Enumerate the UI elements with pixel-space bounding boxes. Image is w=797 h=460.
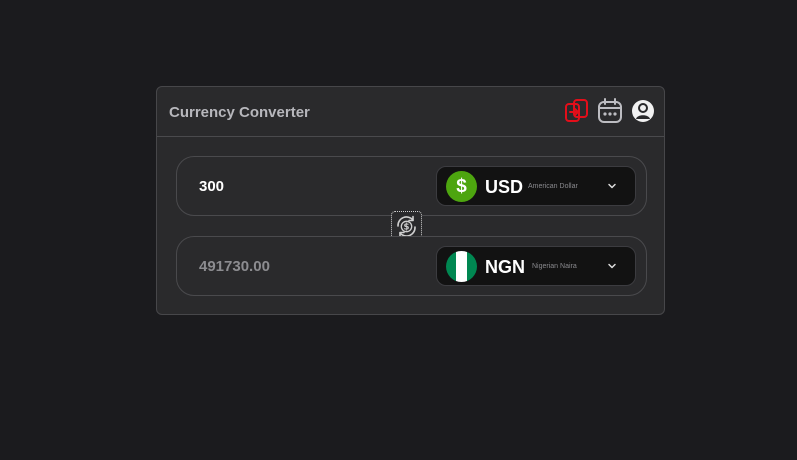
to-currency-select[interactable]: NGN Nigerian Naira <box>436 246 636 286</box>
converter-card: Currency Converter 300 $ USD American Do… <box>156 86 665 315</box>
from-currency-row: $ USD American Dollar <box>176 156 647 216</box>
calendar-icon[interactable] <box>597 98 623 124</box>
convert-icon[interactable] <box>564 98 590 124</box>
currency-name: American Dollar <box>528 183 578 190</box>
to-currency-row: NGN Nigerian Naira <box>176 236 647 296</box>
from-currency-select[interactable]: $ USD American Dollar <box>436 166 636 206</box>
chevron-down-icon <box>608 263 616 269</box>
page-title: Currency Converter <box>169 104 310 121</box>
card-header: Currency Converter <box>157 87 664 137</box>
chevron-down-icon <box>608 183 616 189</box>
currency-code: NGN <box>485 257 525 277</box>
currency-code: USD <box>485 177 524 197</box>
user-icon[interactable] <box>630 98 656 124</box>
converted-amount <box>199 258 399 275</box>
ngn-flag-icon <box>446 251 477 282</box>
amount-input[interactable] <box>199 178 399 195</box>
svg-text:$: $ <box>404 223 410 233</box>
usd-flag-icon: $ <box>446 171 477 202</box>
currency-name: Nigerian Naira <box>532 263 577 270</box>
header-actions <box>564 98 656 124</box>
